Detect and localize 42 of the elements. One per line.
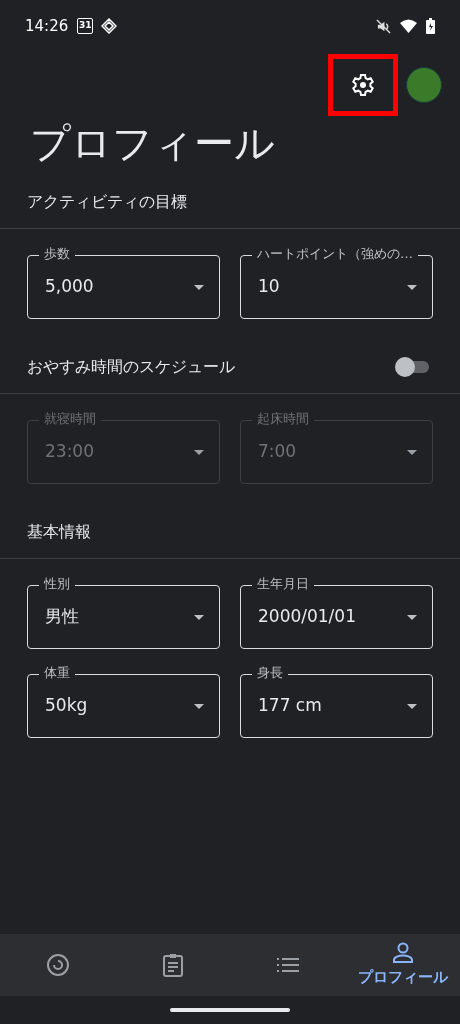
clipboard-icon <box>161 953 184 977</box>
dropdown-arrow-icon <box>407 284 417 290</box>
field-value: 5,000 <box>45 275 95 299</box>
dropdown-arrow-icon <box>194 284 204 290</box>
page-title: プロフィール <box>29 119 276 168</box>
field-label: ハートポイント（強めの… <box>252 245 418 263</box>
dropdown-arrow-icon <box>407 614 417 620</box>
dropdown-arrow-icon <box>194 449 204 455</box>
toggle-switch[interactable] <box>395 357 431 377</box>
field-value: 23:00 <box>45 440 95 464</box>
person-icon <box>391 941 414 964</box>
field-label: 歩数 <box>39 245 75 263</box>
field-value: 177 cm <box>258 694 323 718</box>
field-value: 50kg <box>45 694 89 718</box>
field-label: 就寝時間 <box>39 410 101 428</box>
section-title: アクティビティの目標 <box>27 191 188 213</box>
calendar-icon: 31 <box>77 18 94 34</box>
section-title: 基本情報 <box>27 521 92 543</box>
field-label: 身長 <box>252 664 288 682</box>
field-label: 体重 <box>39 664 75 682</box>
dropdown-arrow-icon <box>194 614 204 620</box>
dropdown-arrow-icon <box>407 449 417 455</box>
field-value: 2000/01/01 <box>258 605 357 629</box>
list-icon <box>276 958 299 972</box>
field-value: 7:00 <box>258 440 298 464</box>
section-title: おやすみ時間のスケジュール <box>27 356 236 378</box>
settings-icon <box>351 73 375 97</box>
diamond-icon <box>101 18 118 34</box>
ring-icon <box>45 953 70 977</box>
settings-button[interactable] <box>328 54 398 116</box>
field-label: 生年月日 <box>252 575 314 593</box>
mute-icon <box>376 18 391 34</box>
dropdown-arrow-icon <box>407 703 417 709</box>
avatar[interactable] <box>406 67 442 103</box>
wifi-icon <box>400 19 417 33</box>
status-time: 14:26 <box>25 15 69 37</box>
field-value: 男性 <box>45 605 80 629</box>
dropdown-arrow-icon <box>194 703 204 709</box>
battery-icon <box>426 18 435 34</box>
field-label: 起床時間 <box>252 410 314 428</box>
field-value: 10 <box>258 275 281 299</box>
field-label: 性別 <box>39 575 75 593</box>
